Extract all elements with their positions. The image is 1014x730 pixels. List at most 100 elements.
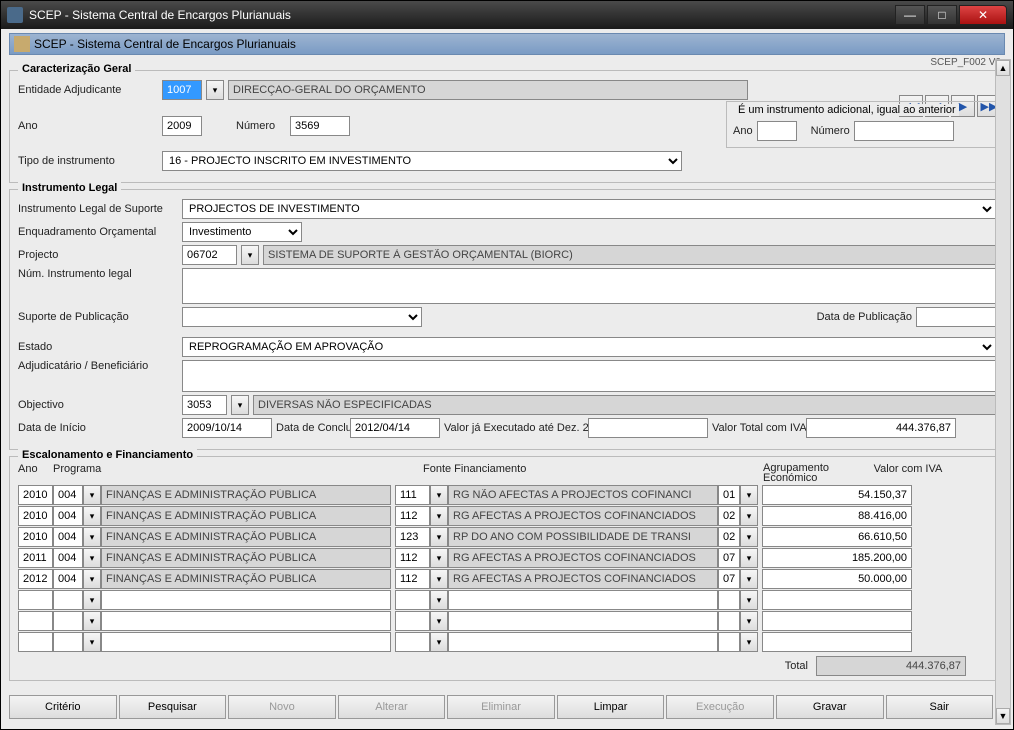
entidade-code-input[interactable] xyxy=(162,80,202,100)
row-prog-code-input[interactable] xyxy=(53,506,83,526)
data-conclusao-input[interactable] xyxy=(350,418,440,438)
row-valor-input[interactable] xyxy=(762,590,912,610)
row-valor-input[interactable] xyxy=(762,527,912,547)
row-fonte-code-input[interactable] xyxy=(395,632,430,652)
row-prog-lookup-button[interactable]: ▾ xyxy=(83,611,101,631)
novo-button[interactable]: Novo xyxy=(228,695,336,719)
row-prog-lookup-button[interactable]: ▾ xyxy=(83,632,101,652)
row-fonte-code-input[interactable] xyxy=(395,485,430,505)
estado-select[interactable]: REPROGRAMAÇÃO EM APROVAÇÃO xyxy=(182,337,996,357)
row-fonte-code-input[interactable] xyxy=(395,590,430,610)
row-ano-input[interactable] xyxy=(18,590,53,610)
entidade-lookup-button[interactable]: ▾ xyxy=(206,80,224,100)
row-fonte-code-input[interactable] xyxy=(395,569,430,589)
data-inicio-input[interactable] xyxy=(182,418,272,438)
num-instrumento-input[interactable] xyxy=(182,268,996,304)
gravar-button[interactable]: Gravar xyxy=(776,695,884,719)
adjudicatario-input[interactable] xyxy=(182,360,996,392)
tipo-instrumento-select[interactable]: 16 - PROJECTO INSCRITO EM INVESTIMENTO xyxy=(162,151,682,171)
row-agrup-lookup-button[interactable]: ▾ xyxy=(740,590,758,610)
objectivo-code-input[interactable] xyxy=(182,395,227,415)
row-prog-lookup-button[interactable]: ▾ xyxy=(83,569,101,589)
row-ano-input[interactable] xyxy=(18,569,53,589)
objectivo-lookup-button[interactable]: ▾ xyxy=(231,395,249,415)
row-ano-input[interactable] xyxy=(18,527,53,547)
row-fonte-code-input[interactable] xyxy=(395,611,430,631)
minimize-button[interactable]: — xyxy=(895,5,925,25)
row-fonte-lookup-button[interactable]: ▾ xyxy=(430,632,448,652)
row-prog-code-input[interactable] xyxy=(53,527,83,547)
row-prog-lookup-button[interactable]: ▾ xyxy=(83,527,101,547)
execucao-button[interactable]: Execução xyxy=(666,695,774,719)
row-prog-lookup-button[interactable]: ▾ xyxy=(83,485,101,505)
row-agrup-lookup-button[interactable]: ▾ xyxy=(740,611,758,631)
row-prog-lookup-button[interactable]: ▾ xyxy=(83,548,101,568)
row-valor-input[interactable] xyxy=(762,548,912,568)
criterio-button[interactable]: Critério xyxy=(9,695,117,719)
row-agrup-lookup-button[interactable]: ▾ xyxy=(740,506,758,526)
row-fonte-code-input[interactable] xyxy=(395,527,430,547)
row-agrup-lookup-button[interactable]: ▾ xyxy=(740,632,758,652)
row-agrup-input[interactable] xyxy=(718,632,740,652)
row-agrup-input[interactable] xyxy=(718,611,740,631)
pesquisar-button[interactable]: Pesquisar xyxy=(119,695,227,719)
row-valor-input[interactable] xyxy=(762,506,912,526)
row-ano-input[interactable] xyxy=(18,632,53,652)
row-fonte-lookup-button[interactable]: ▾ xyxy=(430,611,448,631)
limpar-button[interactable]: Limpar xyxy=(557,695,665,719)
row-prog-lookup-button[interactable]: ▾ xyxy=(83,506,101,526)
row-valor-input[interactable] xyxy=(762,611,912,631)
row-fonte-code-input[interactable] xyxy=(395,548,430,568)
eliminar-button[interactable]: Eliminar xyxy=(447,695,555,719)
row-prog-code-input[interactable] xyxy=(53,485,83,505)
row-prog-code-input[interactable] xyxy=(53,569,83,589)
scroll-up-button[interactable]: ▲ xyxy=(996,60,1010,76)
row-agrup-input[interactable] xyxy=(718,506,740,526)
row-fonte-lookup-button[interactable]: ▾ xyxy=(430,590,448,610)
row-agrup-input[interactable] xyxy=(718,485,740,505)
adicional-ano-input[interactable] xyxy=(757,121,797,141)
close-button[interactable]: ✕ xyxy=(959,5,1007,25)
row-ano-input[interactable] xyxy=(18,485,53,505)
vertical-scrollbar[interactable]: ▲ ▼ xyxy=(995,59,1011,725)
row-prog-code-input[interactable] xyxy=(53,611,83,631)
row-fonte-lookup-button[interactable]: ▾ xyxy=(430,485,448,505)
alterar-button[interactable]: Alterar xyxy=(338,695,446,719)
row-agrup-lookup-button[interactable]: ▾ xyxy=(740,527,758,547)
row-fonte-code-input[interactable] xyxy=(395,506,430,526)
enquadramento-select[interactable]: Investimento xyxy=(182,222,302,242)
row-ano-input[interactable] xyxy=(18,506,53,526)
row-valor-input[interactable] xyxy=(762,632,912,652)
row-agrup-lookup-button[interactable]: ▾ xyxy=(740,569,758,589)
row-agrup-lookup-button[interactable]: ▾ xyxy=(740,548,758,568)
row-ano-input[interactable] xyxy=(18,548,53,568)
valor-executado-input[interactable] xyxy=(588,418,708,438)
row-agrup-input[interactable] xyxy=(718,548,740,568)
numero-input[interactable] xyxy=(290,116,350,136)
row-prog-code-input[interactable] xyxy=(53,548,83,568)
row-fonte-lookup-button[interactable]: ▾ xyxy=(430,527,448,547)
sair-button[interactable]: Sair xyxy=(886,695,994,719)
row-fonte-lookup-button[interactable]: ▾ xyxy=(430,548,448,568)
data-pub-input[interactable] xyxy=(916,307,996,327)
row-agrup-input[interactable] xyxy=(718,527,740,547)
suporte-pub-select[interactable] xyxy=(182,307,422,327)
row-agrup-lookup-button[interactable]: ▾ xyxy=(740,485,758,505)
row-prog-code-input[interactable] xyxy=(53,590,83,610)
row-valor-input[interactable] xyxy=(762,569,912,589)
row-fonte-lookup-button[interactable]: ▾ xyxy=(430,569,448,589)
row-agrup-input[interactable] xyxy=(718,569,740,589)
suporte-select[interactable]: PROJECTOS DE INVESTIMENTO xyxy=(182,199,996,219)
row-prog-code-input[interactable] xyxy=(53,632,83,652)
valor-total-input[interactable] xyxy=(806,418,956,438)
ano-input[interactable] xyxy=(162,116,202,136)
maximize-button[interactable]: □ xyxy=(927,5,957,25)
row-agrup-input[interactable] xyxy=(718,590,740,610)
row-ano-input[interactable] xyxy=(18,611,53,631)
row-valor-input[interactable] xyxy=(762,485,912,505)
scroll-down-button[interactable]: ▼ xyxy=(996,708,1010,724)
row-prog-lookup-button[interactable]: ▾ xyxy=(83,590,101,610)
adicional-numero-input[interactable] xyxy=(854,121,954,141)
projecto-code-input[interactable] xyxy=(182,245,237,265)
row-fonte-lookup-button[interactable]: ▾ xyxy=(430,506,448,526)
